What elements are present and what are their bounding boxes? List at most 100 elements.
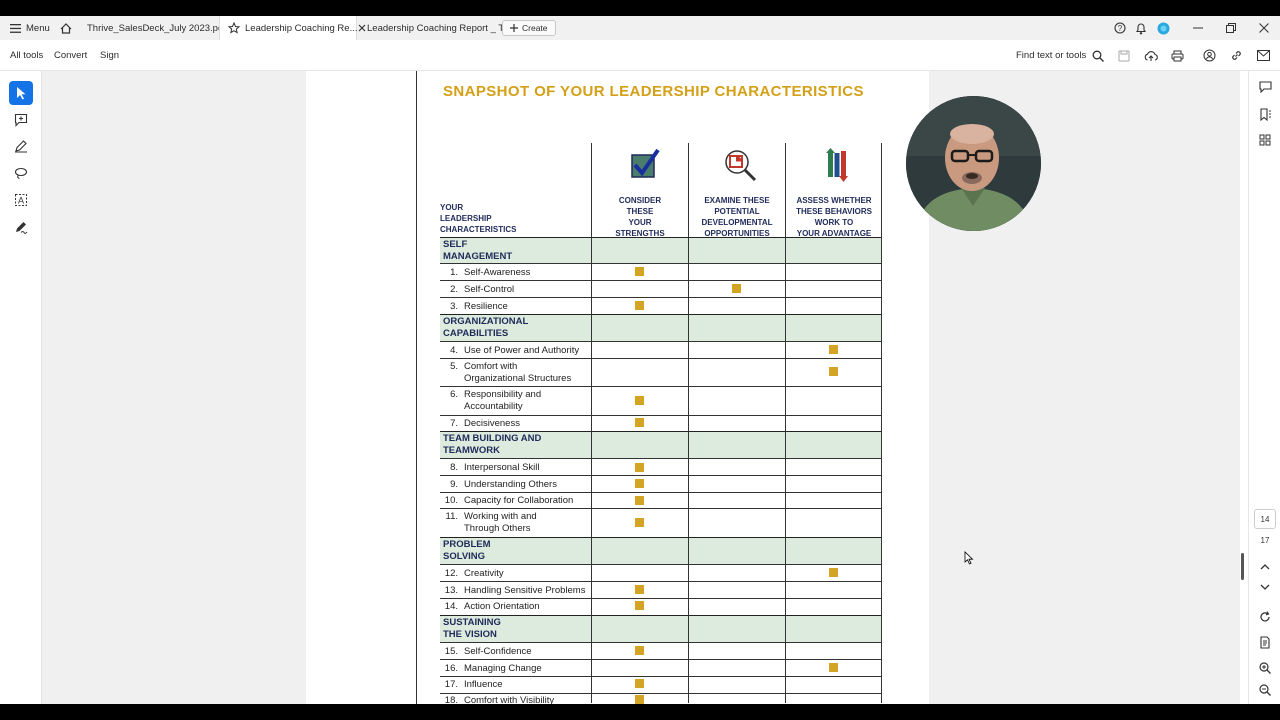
zoom-in-icon: [1259, 662, 1271, 674]
help-button[interactable]: ?: [1114, 16, 1126, 40]
header-line: THESE BEHAVIORS: [796, 207, 872, 216]
find-button[interactable]: Find text or tools: [1016, 40, 1105, 71]
column-divider: [785, 143, 786, 703]
menu-button[interactable]: Menu: [10, 16, 50, 40]
item-label: Influence: [464, 679, 503, 690]
item-number: 2.: [450, 284, 458, 295]
tab-leadership-coaching-active[interactable]: Leadership Coaching Re...: [219, 16, 365, 40]
restore-icon: [1226, 23, 1236, 33]
item-label: Decisiveness: [464, 418, 520, 429]
item-label: Self-Control: [464, 284, 515, 295]
section-sustaining-vision: SUSTAINING THE VISION: [440, 615, 881, 642]
strength-mark: [635, 585, 644, 594]
hamburger-icon: [10, 23, 21, 33]
item-label: Comfort with Visibility: [464, 695, 555, 704]
previous-page-button[interactable]: [1257, 558, 1273, 574]
scrollbar-thumb[interactable]: [1241, 553, 1244, 580]
refresh-icon: [1259, 611, 1271, 623]
zoom-in-button[interactable]: [1257, 660, 1273, 676]
tab-leadership-coaching-report[interactable]: Leadership Coaching Report _ T...: [359, 16, 519, 40]
home-button[interactable]: [60, 16, 72, 40]
upload-button[interactable]: [1144, 40, 1158, 71]
text-recognize-tool[interactable]: A: [9, 188, 33, 212]
strengths-header: CONSIDER THESE YOUR STRENGTHS: [592, 195, 688, 239]
find-label: Find text or tools: [1016, 50, 1087, 61]
convert-label: Convert: [54, 50, 88, 61]
header-line: LEADERSHIP: [440, 214, 492, 223]
header-line: EXAMINE THESE: [704, 196, 770, 205]
section-self-management: SELF MANAGEMENT: [440, 237, 881, 263]
thumbnails-panel-button[interactable]: [1257, 132, 1273, 148]
next-page-button[interactable]: [1257, 579, 1273, 595]
item-number: 3.: [450, 301, 458, 312]
item-label: Comfort with Organizational Structures: [464, 361, 572, 384]
save-button[interactable]: [1118, 40, 1130, 71]
total-pages: 17: [1260, 536, 1270, 545]
header-line: CONSIDER: [618, 196, 662, 205]
main-toolbar: All tools Convert Sign Find text or tool…: [0, 40, 1280, 71]
minimize-button[interactable]: [1193, 16, 1203, 40]
item-number: 14.: [444, 601, 458, 612]
close-window-button[interactable]: [1259, 16, 1269, 40]
item-label: Resilience: [464, 301, 508, 312]
sorting-arrows-icon: [817, 147, 857, 185]
item-label: Action Orientation: [464, 601, 540, 612]
comments-panel-button[interactable]: [1257, 79, 1273, 95]
table-row: 5. Comfort with Organizational Structures: [440, 358, 881, 386]
page-number-input[interactable]: 14: [1254, 509, 1276, 529]
strength-mark: [635, 496, 644, 505]
pen-icon: [14, 139, 28, 153]
item-label: Working with and Through Others: [464, 511, 537, 534]
account-avatar[interactable]: [1157, 16, 1170, 40]
comment-tool[interactable]: [9, 108, 33, 132]
item-number: 17.: [444, 679, 458, 690]
item-number: 6.: [450, 389, 458, 400]
item-number: 13.: [444, 585, 458, 596]
avatar-icon: [1157, 22, 1170, 35]
sign-tool[interactable]: [9, 215, 33, 239]
item-label: Use of Power and Authority: [464, 345, 580, 356]
document-viewer[interactable]: SNAPSHOT OF YOUR LEADERSHIP CHARACTERIST…: [42, 71, 1240, 704]
header-line: ASSESS WHETHER: [796, 196, 872, 205]
zoom-out-button[interactable]: [1257, 682, 1273, 698]
cursor-arrow-icon: [15, 86, 27, 100]
table-row: 7. Decisiveness: [440, 415, 881, 431]
lasso-tool[interactable]: [9, 161, 33, 185]
share-user-button[interactable]: [1203, 40, 1216, 71]
draw-tool[interactable]: [9, 134, 33, 158]
section-label: PROBLEM SOLVING: [443, 539, 491, 562]
bookmarks-panel-button[interactable]: [1257, 106, 1273, 122]
table-row: 6. Responsibility and Accountability: [440, 386, 881, 415]
convert-button[interactable]: Convert: [54, 40, 87, 71]
your-characteristics-header: YOUR LEADERSHIP CHARACTERISTICS: [440, 202, 516, 235]
section-label: TEAM BUILDING AND TEAMWORK: [443, 433, 542, 456]
sign-button[interactable]: Sign: [100, 40, 119, 71]
notifications-button[interactable]: [1135, 16, 1147, 40]
item-number: 8.: [450, 462, 458, 473]
header-line: DEVELOPMENTAL: [701, 218, 773, 227]
mail-icon: [1257, 50, 1270, 61]
strength-mark: [635, 267, 644, 276]
item-label: Creativity: [464, 568, 504, 579]
refresh-button[interactable]: [1257, 609, 1273, 625]
table-row: 14. Action Orientation: [440, 598, 881, 615]
item-number: 16.: [444, 663, 458, 674]
select-tool[interactable]: [9, 81, 33, 105]
page-view-button[interactable]: [1257, 634, 1273, 650]
table-row: 2. Self-Control: [440, 280, 881, 297]
all-tools-button[interactable]: All tools: [10, 40, 43, 71]
create-button[interactable]: Create: [502, 20, 556, 36]
table-row: 3. Resilience: [440, 297, 881, 314]
email-button[interactable]: [1257, 40, 1270, 71]
restore-button[interactable]: [1226, 16, 1236, 40]
link-button[interactable]: [1230, 40, 1243, 71]
table-row: 9. Understanding Others: [440, 475, 881, 492]
zoom-out-icon: [1259, 684, 1271, 696]
tab-label: Leadership Coaching Re...: [245, 22, 358, 34]
tab-thrive-salesdeck[interactable]: Thrive_SalesDeck_July 2023.pdf: [79, 16, 234, 40]
presenter-video: [906, 96, 1041, 231]
comment-icon: [1258, 81, 1272, 93]
document-search-icon: [1259, 635, 1271, 649]
print-button[interactable]: [1171, 40, 1184, 71]
table-row: 13. Handling Sensitive Problems: [440, 581, 881, 598]
